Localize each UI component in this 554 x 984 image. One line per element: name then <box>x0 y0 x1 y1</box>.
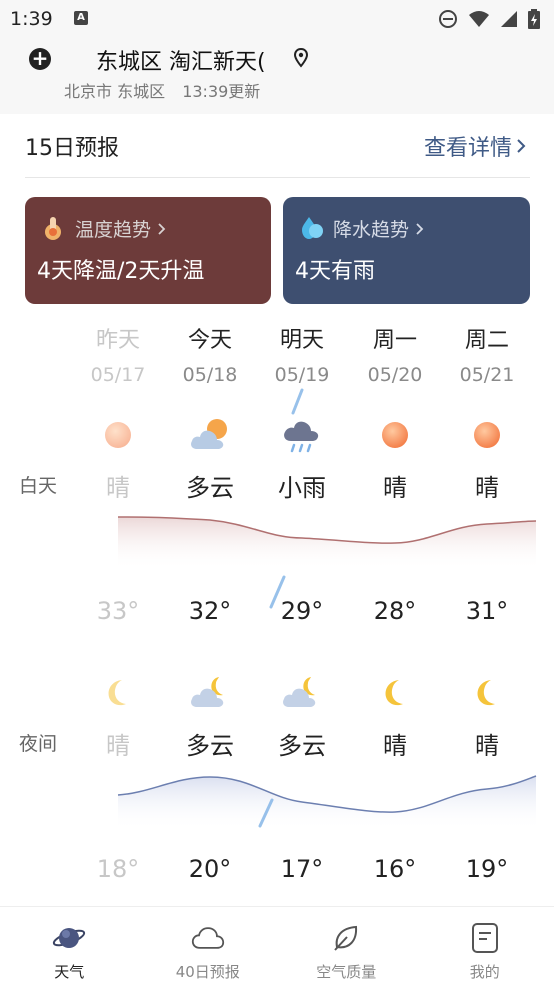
partly-cloudy-night-icon <box>164 673 256 713</box>
status-bar: 1:39 A <box>0 0 554 38</box>
nav-profile-label: 我的 <box>469 963 500 981</box>
nav-weather-icon-wrap <box>52 921 86 955</box>
wifi-icon <box>469 11 489 27</box>
day-date: 05/21 <box>459 364 515 386</box>
sun-icon <box>441 415 533 455</box>
day-date: 05/19 <box>274 364 330 386</box>
add-city-button[interactable]: + <box>29 48 51 70</box>
status-icons <box>438 9 540 29</box>
day-temperature-area <box>118 517 536 570</box>
moon-icon <box>72 673 164 713</box>
location-subtitle: 北京市 东城区 13:39更新 <box>64 78 260 102</box>
day-condition: 晴 <box>383 474 407 502</box>
thermometer-icon <box>45 217 61 240</box>
signal-icon <box>501 11 517 27</box>
night-condition: 多云 <box>186 732 234 760</box>
day-name: 明天 <box>279 328 324 353</box>
precipitation-trend-card[interactable]: 降水趋势 4天有雨 <box>283 197 530 304</box>
nav-weather[interactable]: 天气 <box>0 907 139 984</box>
nav-40-day-label: 40日预报 <box>175 963 240 981</box>
planet-icon <box>53 928 86 948</box>
battery-icon <box>528 9 540 29</box>
divider <box>25 177 530 178</box>
day-high-temp: 28° <box>373 597 417 625</box>
view-details-link[interactable]: 查看详情 <box>424 130 526 162</box>
day-temperature-line <box>117 516 537 544</box>
day-name: 昨天 <box>95 328 140 353</box>
partly-cloudy-night-icon <box>256 673 348 713</box>
nav-profile[interactable]: 我的 <box>416 907 554 984</box>
nav-40-day-icon-wrap <box>191 921 225 955</box>
nav-air-quality-label: 空气质量 <box>316 963 377 981</box>
day-condition: 晴 <box>106 474 130 502</box>
location-header: + 东城区 淘汇新天( 北京市 东城区 13:39更新 <box>0 38 554 114</box>
day-high-temp: 31° <box>465 597 509 625</box>
view-details-label: 查看详情 <box>423 136 512 161</box>
partly-cloudy-day-icon <box>164 415 256 455</box>
light-rain-icon <box>256 415 348 455</box>
day-date: 05/18 <box>182 364 238 386</box>
day-condition: 小雨 <box>278 474 326 502</box>
rain-streak <box>291 388 304 415</box>
precipitation-trend-value: 4天有雨 <box>295 259 375 284</box>
night-condition: 晴 <box>475 732 499 760</box>
night-temperature-area <box>118 776 536 830</box>
night-low-temp: 18° <box>96 855 140 883</box>
day-condition: 晴 <box>475 474 499 502</box>
profile-card-icon <box>471 923 498 953</box>
forecast-title: 15日预报 <box>25 136 119 161</box>
precipitation-trend-label-text: 降水趋势 <box>333 219 410 241</box>
night-low-temp: 20° <box>188 855 232 883</box>
nav-weather-label: 天气 <box>54 963 85 981</box>
night-condition: 晴 <box>106 732 130 760</box>
precipitation-trend-label: 降水趋势 <box>333 215 424 242</box>
nav-air-quality-icon-wrap <box>329 921 363 955</box>
nav-40-day-forecast[interactable]: 40日预报 <box>139 907 278 984</box>
day-name: 周二 <box>464 328 509 353</box>
night-low-temp: 17° <box>280 855 324 883</box>
day-name: 今天 <box>187 328 232 353</box>
night-low-temp: 19° <box>465 855 509 883</box>
day-name: 周一 <box>372 328 417 353</box>
bottom-navigation: 天气 40日预报 空气质量 我的 <box>0 906 554 984</box>
location-pin-icon <box>293 48 309 68</box>
nav-profile-icon-wrap <box>468 921 502 955</box>
temperature-trend-value: 4天降温/2天升温 <box>37 259 205 284</box>
nav-air-quality[interactable]: 空气质量 <box>277 907 416 984</box>
temperature-trend-card[interactable]: 温度趋势 4天降温/2天升温 <box>25 197 271 304</box>
day-date: 05/20 <box>367 364 423 386</box>
moon-icon <box>441 673 533 713</box>
location-title[interactable]: 东城区 淘汇新天( <box>96 44 266 76</box>
city-name: 北京市 东城区 <box>64 82 166 101</box>
temperature-trend-label: 温度趋势 <box>75 215 166 242</box>
day-high-temp: 32° <box>188 597 232 625</box>
night-low-temp: 16° <box>373 855 417 883</box>
night-temperature-line <box>117 775 537 813</box>
chevron-right-icon <box>416 222 424 235</box>
status-time: 1:39 <box>10 8 53 30</box>
day-row-label: 白天 <box>19 475 58 497</box>
app-notification-icon: A <box>74 11 88 25</box>
raindrop-icon <box>302 217 323 239</box>
chevron-right-icon <box>158 222 166 235</box>
sun-icon <box>349 415 441 455</box>
do-not-disturb-icon <box>439 10 457 28</box>
leaf-icon <box>334 925 358 951</box>
cloud-icon <box>191 927 224 949</box>
sun-icon <box>72 415 164 455</box>
moon-icon <box>349 673 441 713</box>
day-high-temp: 29° <box>280 597 324 625</box>
chevron-right-icon <box>517 139 526 153</box>
day-high-temp: 33° <box>96 597 140 625</box>
day-date: 05/17 <box>90 364 146 386</box>
night-condition: 多云 <box>278 732 326 760</box>
update-time: 13:39更新 <box>182 82 261 101</box>
day-condition: 多云 <box>186 474 234 502</box>
rain-streak <box>258 798 274 828</box>
night-condition: 晴 <box>383 732 407 760</box>
temperature-trend-label-text: 温度趋势 <box>75 219 152 241</box>
night-row-label: 夜间 <box>19 733 58 755</box>
